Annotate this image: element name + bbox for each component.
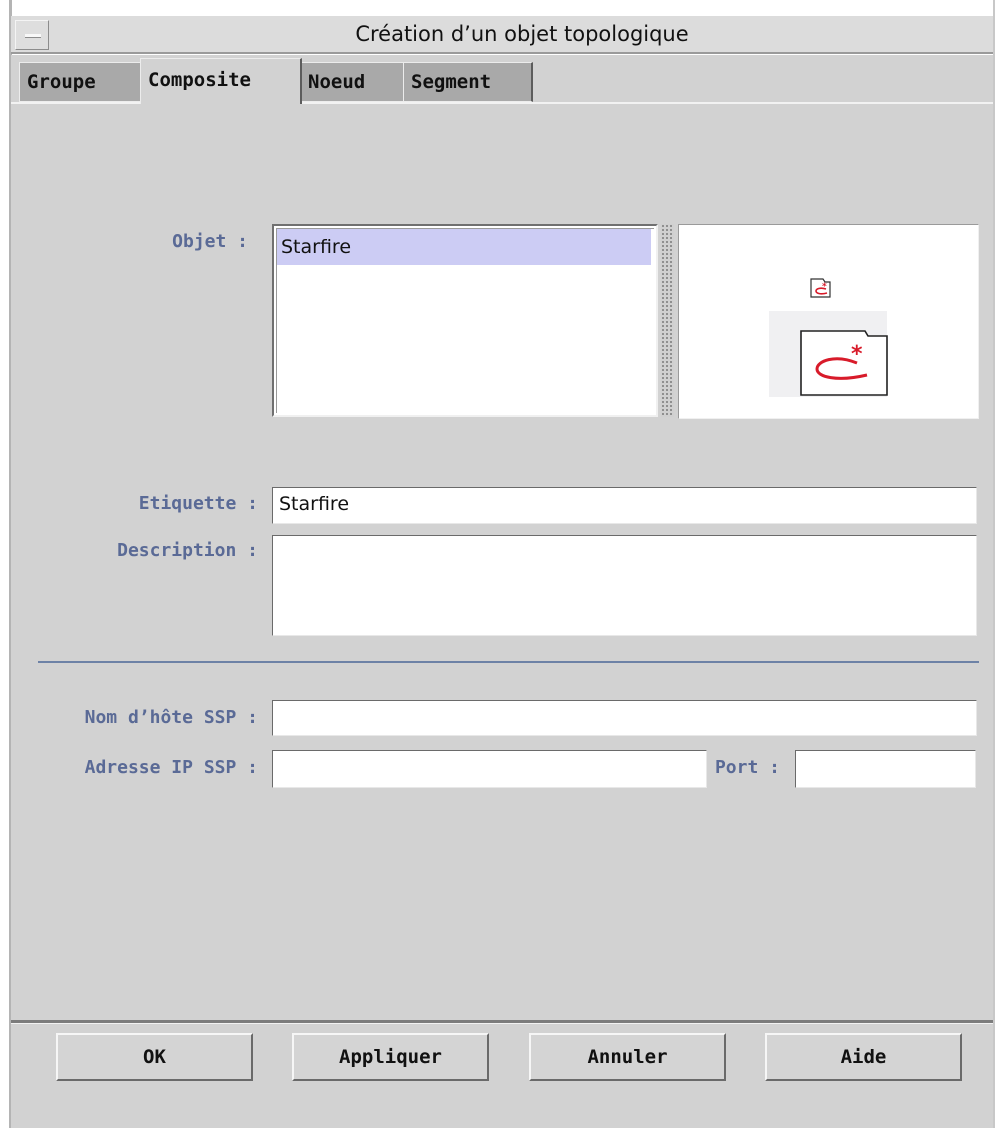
tab-composite[interactable]: Composite (140, 58, 302, 104)
help-button[interactable]: Aide (765, 1033, 962, 1081)
icon-preview: * * (678, 224, 979, 419)
title-bar: Création d’un objet topologique (11, 16, 993, 54)
cancel-button[interactable]: Annuler (529, 1033, 726, 1081)
list-item[interactable]: Starfire (277, 229, 651, 265)
objet-label: Objet : (172, 231, 248, 252)
ip-address-label: Adresse IP SSP : (84, 757, 258, 778)
composite-folder-icon-large: * (769, 311, 888, 397)
svg-text:*: * (822, 282, 827, 292)
window-frame-right (993, 0, 995, 1128)
port-label: Port : (714, 757, 780, 778)
window-title: Création d’un objet topologique (355, 22, 689, 46)
etiquette-field[interactable]: Starfire (272, 487, 977, 524)
tab-noeud[interactable]: Noeud (300, 62, 405, 102)
window-menu-button[interactable] (15, 20, 49, 50)
dialog-window: Création d’un objet topologique Groupe C… (0, 0, 1003, 1128)
description-label: Description : (117, 540, 258, 561)
description-field[interactable] (272, 535, 977, 636)
objet-list[interactable]: Starfire (272, 224, 658, 417)
port-field[interactable] (795, 750, 976, 788)
ip-address-field[interactable] (272, 750, 707, 788)
hostname-field[interactable] (272, 700, 977, 736)
button-bar-divider (11, 1020, 993, 1024)
tab-groupe[interactable]: Groupe (19, 62, 142, 102)
ok-button[interactable]: OK (56, 1033, 253, 1081)
window-menu-icon (25, 34, 41, 38)
svg-text:*: * (851, 342, 863, 367)
splitter-handle[interactable] (661, 224, 674, 417)
hostname-label: Nom d’hôte SSP : (84, 707, 258, 728)
tab-segment[interactable]: Segment (403, 62, 533, 102)
separator-line (38, 661, 979, 663)
etiquette-label: Etiquette : (138, 493, 258, 514)
composite-folder-icon-small: * (810, 278, 831, 298)
apply-button[interactable]: Appliquer (292, 1033, 489, 1081)
